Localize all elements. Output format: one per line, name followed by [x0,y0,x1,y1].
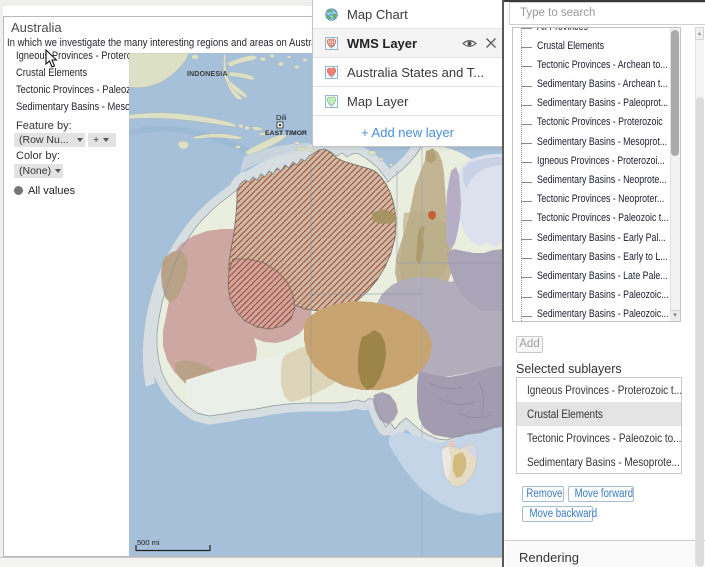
svg-text:Dili: Dili [276,113,287,122]
svg-text:INDONESIA: INDONESIA [187,71,228,78]
svg-text:500 mi: 500 mi [137,538,160,547]
svg-text:EAST TIMOR: EAST TIMOR [265,130,307,137]
